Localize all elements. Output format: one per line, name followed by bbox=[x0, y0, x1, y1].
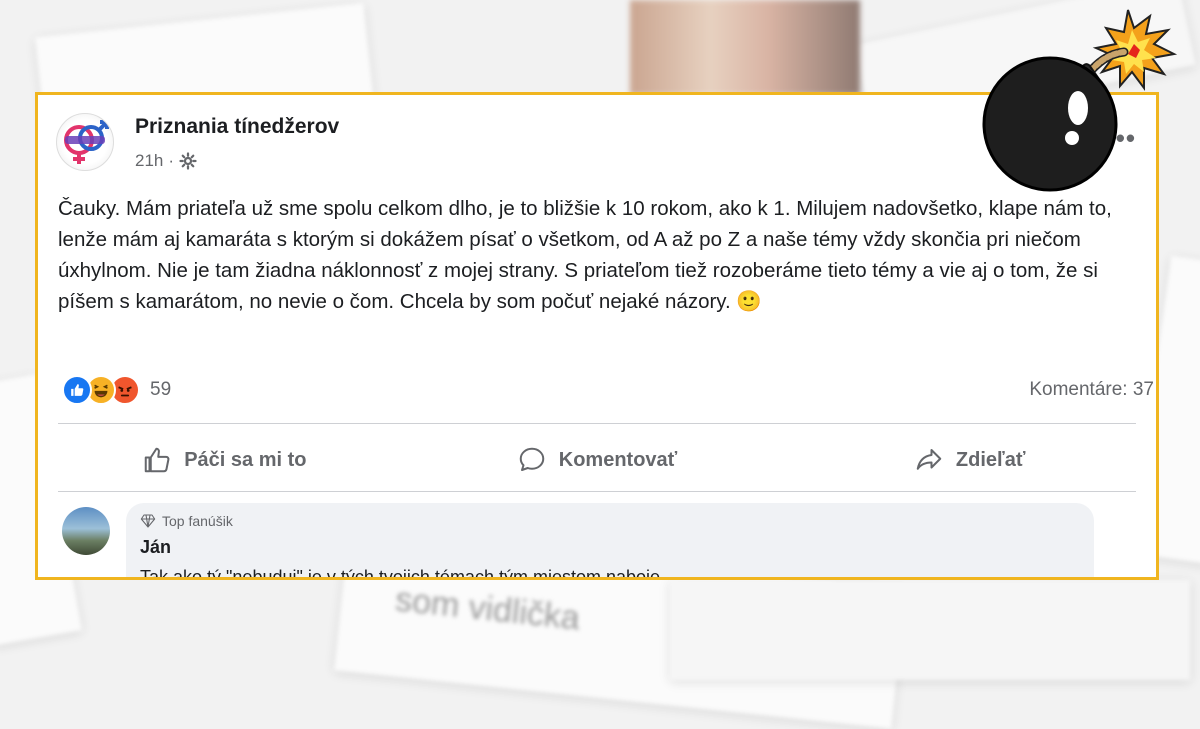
post-time[interactable]: 21h bbox=[135, 151, 163, 171]
post-actions: Páči sa mi to Komentovať Zdieľať bbox=[38, 435, 1156, 485]
meta-separator: · bbox=[168, 151, 175, 170]
gear-icon bbox=[179, 152, 197, 170]
comment-icon bbox=[519, 447, 544, 471]
like-button[interactable]: Páči sa mi to bbox=[38, 435, 411, 485]
top-fan-badge: Top fanúšik bbox=[140, 513, 233, 529]
diamond-icon bbox=[140, 514, 156, 528]
comments-count[interactable]: Komentáre: 37 bbox=[1029, 379, 1154, 401]
comment-bubble: Top fanúšik Ján Tak ako tý "nebuduj" je … bbox=[126, 503, 1094, 580]
comment-button[interactable]: Komentovať bbox=[411, 435, 784, 485]
post-meta: 21h · bbox=[135, 151, 197, 171]
reactions-summary[interactable]: 59 bbox=[62, 375, 171, 405]
share-icon bbox=[916, 449, 942, 470]
divider bbox=[58, 491, 1136, 492]
divider bbox=[58, 423, 1136, 424]
page-name[interactable]: Priznania tínedžerov bbox=[135, 115, 339, 139]
share-button[interactable]: Zdieľať bbox=[783, 435, 1156, 485]
share-button-label: Zdieľať bbox=[955, 448, 1026, 471]
comment-text: Tak ako tý "nebuduj" je v tých tvojich t… bbox=[140, 567, 681, 580]
like-icon bbox=[62, 375, 92, 405]
commenter-name[interactable]: Ján bbox=[140, 537, 171, 558]
like-button-label: Páči sa mi to bbox=[184, 448, 307, 471]
commenter-avatar[interactable] bbox=[62, 507, 110, 555]
background-card bbox=[670, 580, 1190, 680]
post-text: Čauky. Mám priateľa už sme spolu celkom … bbox=[58, 197, 1112, 313]
comment-button-label: Komentovať bbox=[558, 448, 678, 471]
reaction-count: 59 bbox=[150, 379, 172, 400]
explosion-spark-icon bbox=[1092, 9, 1178, 91]
thumbs-up-icon bbox=[144, 447, 170, 473]
top-fan-label: Top fanúšik bbox=[162, 513, 233, 529]
page-avatar[interactable] bbox=[56, 113, 114, 171]
bomb-icon bbox=[982, 9, 1178, 192]
background-photo bbox=[630, 0, 860, 95]
page-logo-icon bbox=[64, 120, 109, 164]
